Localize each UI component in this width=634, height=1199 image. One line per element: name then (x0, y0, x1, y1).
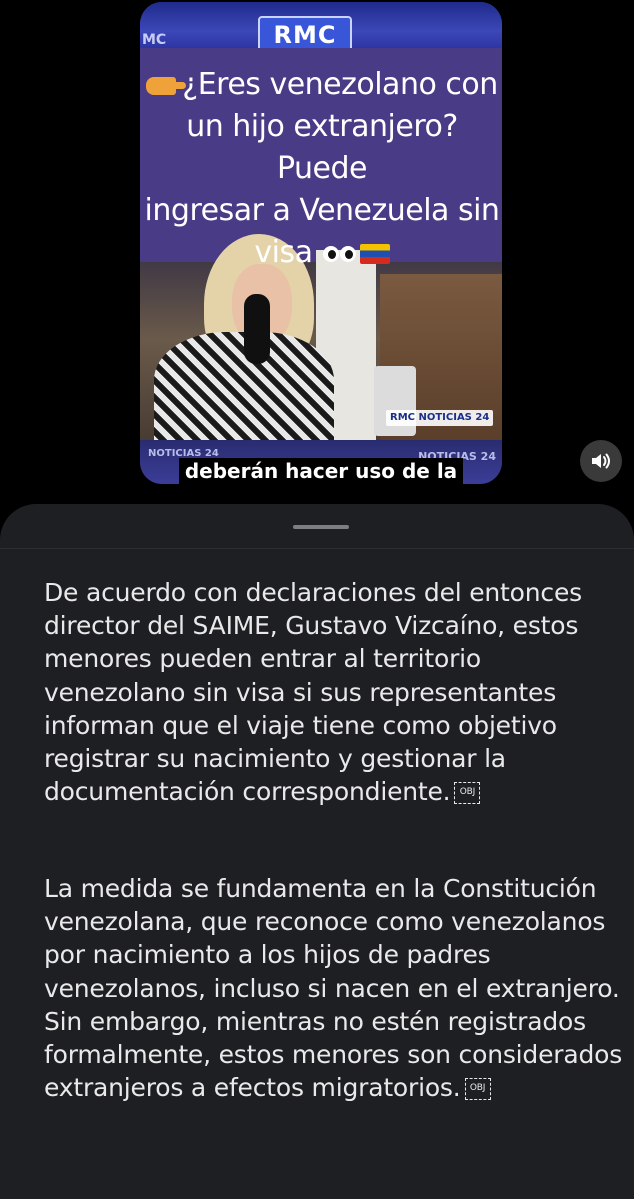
headline-line-3: ingresar a Venezuela sin (144, 193, 500, 228)
volume-button[interactable] (580, 440, 622, 482)
rmc-logo-partial: MC (142, 32, 167, 48)
video-player[interactable]: MC RMC ¿Eres venezolano con un hijo extr… (140, 2, 502, 484)
description-paragraph-1: De acuerdo con declaraciones del entonce… (44, 578, 582, 807)
description-paragraph-2: La medida se fundamenta en la Constituci… (44, 874, 623, 1103)
eyes-icon (339, 245, 356, 262)
description-sheet[interactable]: De acuerdo con declaraciones del entonce… (0, 504, 634, 1199)
speaker-icon (592, 453, 610, 469)
pointing-hand-icon (146, 76, 187, 95)
divider (0, 548, 634, 549)
microphone (244, 294, 270, 364)
headline-line-4: visa (144, 232, 500, 274)
sheet-drag-handle[interactable] (293, 525, 349, 529)
headline-line-1: ¿Eres venezolano con (144, 64, 500, 106)
object-placeholder-icon: OBJ (454, 782, 481, 805)
subtitle-text: deberán hacer uso de la (178, 458, 464, 484)
channel-badge: RMC NOTICIAS 24 (386, 410, 494, 426)
subtitle: deberán hacer uso de la (140, 458, 502, 484)
object-placeholder-icon: OBJ (464, 1078, 491, 1101)
headline-line-2: un hijo extranjero? Puede (186, 109, 458, 186)
video-headline: ¿Eres venezolano con un hijo extranjero?… (144, 64, 500, 274)
screen: MC RMC ¿Eres venezolano con un hijo extr… (0, 0, 634, 1199)
eyes-icon (322, 245, 339, 262)
venezuela-flag-icon (359, 243, 390, 264)
